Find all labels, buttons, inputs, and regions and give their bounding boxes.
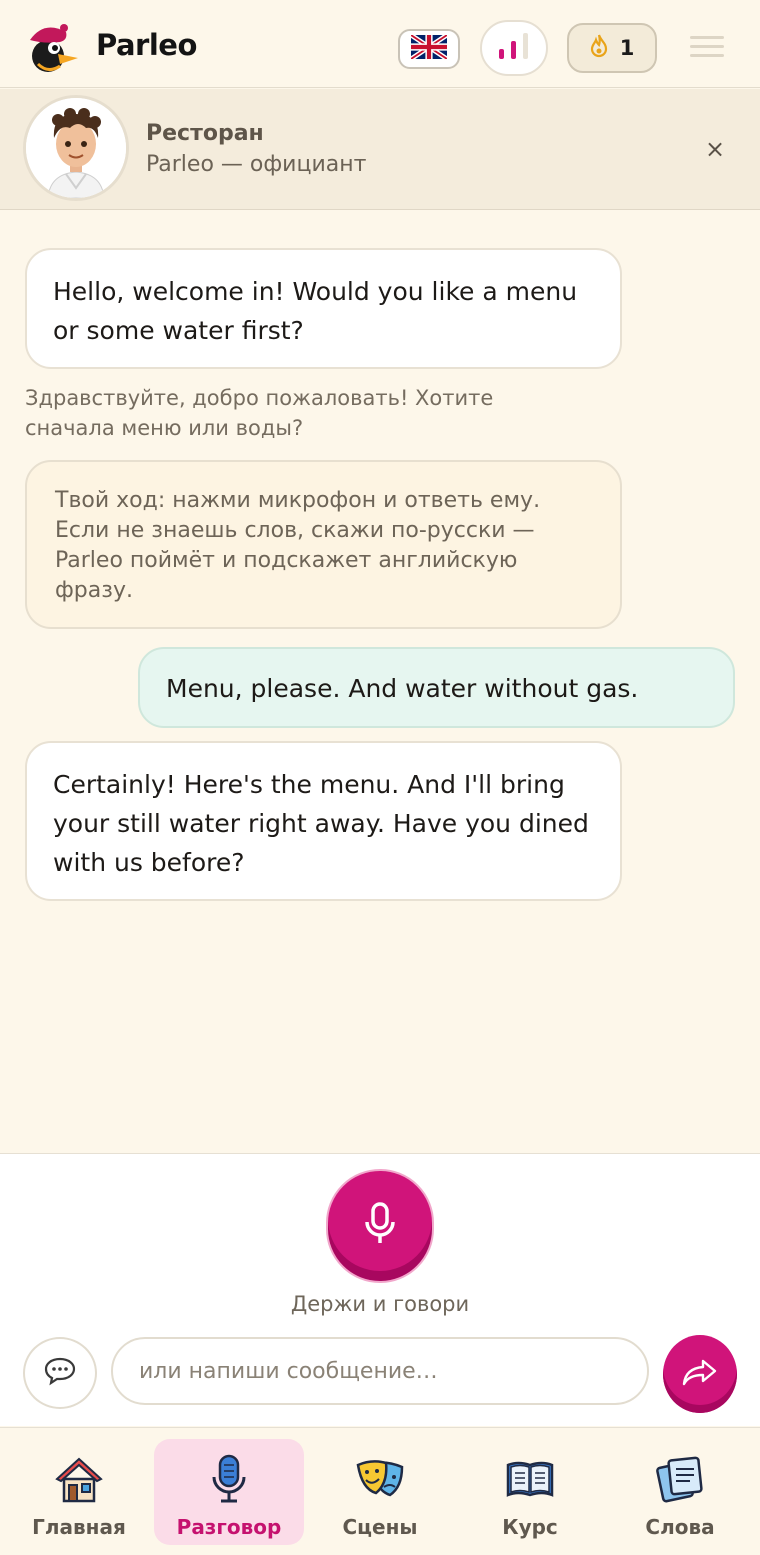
hold-to-talk-button[interactable] [326,1169,434,1283]
nav-item-scenes[interactable]: Сцены [305,1439,455,1545]
mic-label: Держи и говори [290,1292,470,1316]
user-message-text: Menu, please. And water without gas. [166,674,639,703]
language-button[interactable] [398,29,460,69]
speech-bubble-icon [43,1356,77,1390]
uk-flag-icon [409,33,449,63]
bar-chart-icon [497,31,531,65]
hamburger-icon [690,36,724,57]
bot-message: Certainly! Here's the menu. And I'll bri… [25,741,622,901]
nav-item-home[interactable]: Главная [4,1439,154,1545]
message-input[interactable] [111,1337,649,1405]
nav-label: Главная [32,1515,126,1539]
text-mode-button[interactable] [23,1337,97,1409]
nav-label: Разговор [176,1515,282,1539]
streak-button[interactable]: 1 [567,23,657,73]
scene-banner: Ресторан Parleo — официант × [0,89,760,210]
parleo-bird-logo-icon [24,20,80,76]
house-icon [53,1453,105,1505]
composer-panel: Держи и говори [0,1153,760,1426]
scene-title: Ресторан [146,121,264,146]
bot-message-text: Hello, welcome in! Would you like a menu… [53,277,578,345]
send-arrow-icon [681,1357,719,1391]
progress-button[interactable] [480,20,548,76]
nav-label: Слова [645,1515,715,1539]
theater-masks-icon [354,1453,406,1505]
hint-text: Твой ход: нажми микрофон и ответь ему. Е… [55,488,541,603]
close-icon[interactable]: × [700,134,730,164]
flame-icon [590,34,608,62]
send-button[interactable] [663,1335,737,1413]
menu-button[interactable] [690,36,724,62]
bottom-nav: Главная Разговор Сцены Курс Слова [0,1427,760,1555]
bot-message: Hello, welcome in! Would you like a menu… [25,248,622,369]
waiter-avatar [23,95,129,201]
user-message: Menu, please. And water without gas. [138,647,735,728]
brand-name: Parleo [96,28,197,62]
scene-subtitle: Parleo — официант [146,152,367,177]
nav-item-conversation[interactable]: Разговор [154,1439,304,1545]
word-cards-icon [654,1453,706,1505]
bot-message-text: Certainly! Here's the menu. And I'll bri… [53,770,589,877]
microphone-icon [360,1200,400,1252]
streak-count: 1 [619,36,635,60]
microphone-icon [203,1453,255,1505]
message-translation: Здравствуйте, добро пожаловать! Хотите с… [25,386,494,440]
nav-item-words[interactable]: Слова [605,1439,755,1545]
nav-label: Сцены [342,1515,418,1539]
hint-message: Твой ход: нажми микрофон и ответь ему. Е… [25,460,622,629]
nav-item-course[interactable]: Курс [455,1439,605,1545]
nav-label: Курс [502,1515,558,1539]
open-book-icon [504,1453,556,1505]
app-header: Parleo 1 [0,0,760,88]
